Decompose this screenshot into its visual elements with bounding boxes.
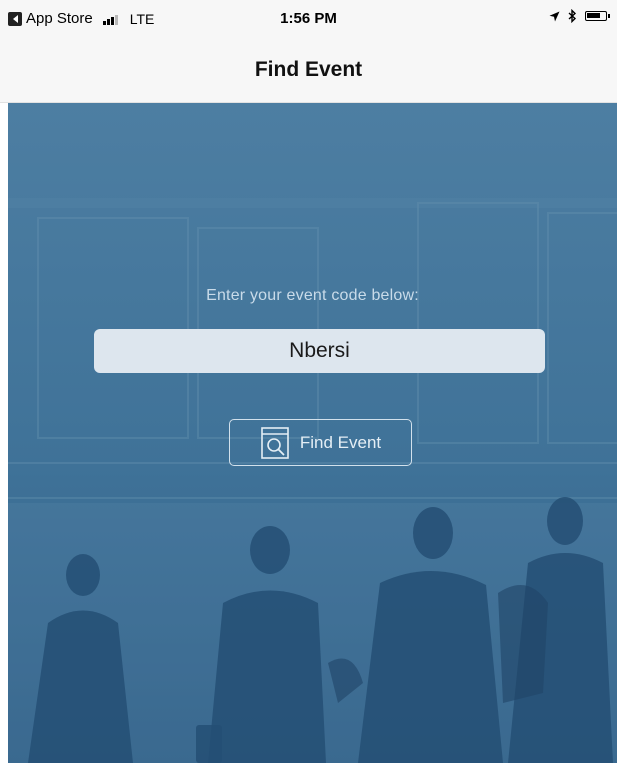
event-code-input[interactable] xyxy=(94,329,545,373)
status-bar: App Store LTE 1:56 PM xyxy=(0,0,617,40)
status-time: 1:56 PM xyxy=(280,10,337,27)
magnifier-search-icon xyxy=(261,426,289,459)
location-arrow-icon xyxy=(549,11,560,21)
find-event-button-label: Find Event xyxy=(299,432,382,452)
status-icons xyxy=(549,9,610,23)
screen: App Store LTE 1:56 PM Find Event Enter y… xyxy=(0,0,617,763)
bluetooth-icon xyxy=(568,9,577,23)
battery-icon xyxy=(585,11,610,21)
find-event-button[interactable]: Find Event xyxy=(229,419,412,466)
find-event-panel: Enter your event code below: Find Event xyxy=(8,103,617,763)
event-code-prompt: Enter your event code below: xyxy=(206,287,419,304)
page-title: Find Event xyxy=(254,58,363,81)
navigation-bar: Find Event xyxy=(0,40,617,103)
